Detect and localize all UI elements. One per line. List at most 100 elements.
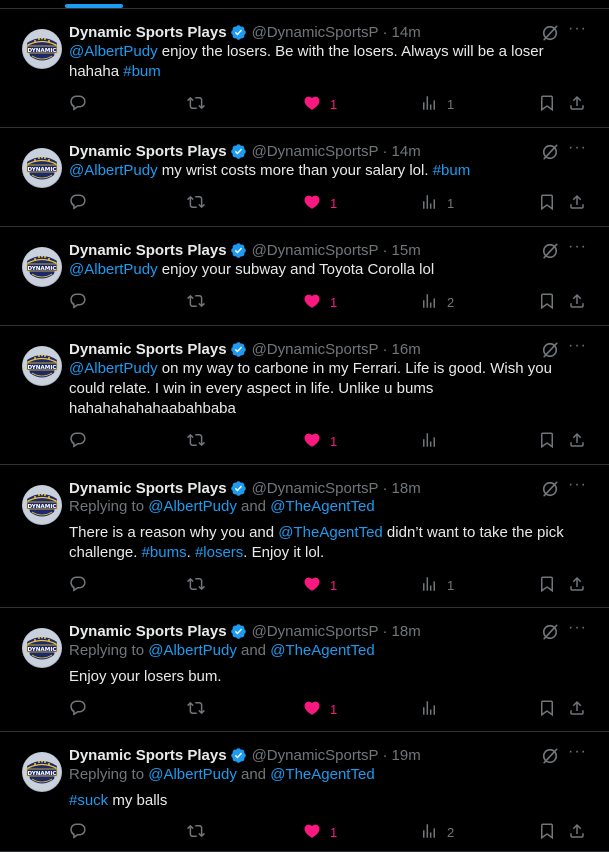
share-button[interactable] <box>568 94 586 114</box>
timestamp[interactable]: 16m <box>392 341 421 358</box>
tweet[interactable]: DYNAMIC Dynamic Sports Plays @DynamicSpo… <box>0 9 609 128</box>
tweet-link[interactable]: @AlbertPudy <box>69 261 158 278</box>
avatar[interactable]: DYNAMIC <box>22 485 62 525</box>
tweet[interactable]: DYNAMIC Dynamic Sports Plays @DynamicSpo… <box>0 227 609 326</box>
retweet-button[interactable] <box>187 193 205 213</box>
timestamp[interactable]: 15m <box>392 242 421 259</box>
user-handle[interactable]: @DynamicSportsP <box>252 143 379 160</box>
like-button[interactable]: 1 <box>303 193 337 213</box>
bookmark-button[interactable] <box>538 193 556 213</box>
retweet-button[interactable] <box>187 822 205 842</box>
mention-link[interactable]: @TheAgentTed <box>270 766 374 783</box>
more-icon[interactable]: ··· <box>568 744 588 764</box>
views-button[interactable]: 2 <box>420 822 454 842</box>
like-button[interactable]: 1 <box>303 431 337 451</box>
share-button[interactable] <box>568 575 586 595</box>
avatar[interactable]: DYNAMIC <box>22 346 62 386</box>
more-icon[interactable]: ··· <box>568 21 588 41</box>
tweet[interactable]: DYNAMIC Dynamic Sports Plays @DynamicSpo… <box>0 128 609 227</box>
avatar[interactable]: DYNAMIC <box>22 752 62 792</box>
like-button[interactable]: 1 <box>303 822 337 842</box>
mention-link[interactable]: @TheAgentTed <box>270 642 374 659</box>
avatar[interactable]: DYNAMIC <box>22 148 62 188</box>
like-button[interactable]: 1 <box>303 699 337 719</box>
grok-icon[interactable] <box>540 746 560 766</box>
bookmark-button[interactable] <box>538 94 556 114</box>
more-icon[interactable]: ··· <box>568 239 588 259</box>
views-button[interactable]: 1 <box>420 575 454 595</box>
views-button[interactable] <box>420 699 447 719</box>
like-button[interactable]: 1 <box>303 292 337 312</box>
retweet-button[interactable] <box>187 575 205 595</box>
grok-icon[interactable] <box>540 622 560 642</box>
mention-link[interactable]: @AlbertPudy <box>148 642 237 659</box>
display-name[interactable]: Dynamic Sports Plays <box>69 24 227 41</box>
retweet-button[interactable] <box>187 699 205 719</box>
avatar[interactable]: DYNAMIC <box>22 247 62 287</box>
reply-button[interactable] <box>69 94 87 114</box>
tweet-link[interactable]: @AlbertPudy <box>69 360 158 377</box>
tweet-link[interactable]: @AlbertPudy <box>69 43 158 60</box>
tweet-link[interactable]: #bum <box>433 162 471 179</box>
grok-icon[interactable] <box>540 479 560 499</box>
tweet-link[interactable]: #bums <box>142 544 187 561</box>
timestamp[interactable]: 19m <box>392 747 421 764</box>
reply-button[interactable] <box>69 822 87 842</box>
share-button[interactable] <box>568 699 586 719</box>
mention-link[interactable]: @AlbertPudy <box>148 766 237 783</box>
like-button[interactable]: 1 <box>303 94 337 114</box>
user-handle[interactable]: @DynamicSportsP <box>252 623 379 640</box>
share-button[interactable] <box>568 822 586 842</box>
grok-icon[interactable] <box>540 23 560 43</box>
display-name[interactable]: Dynamic Sports Plays <box>69 341 227 358</box>
timestamp[interactable]: 18m <box>392 480 421 497</box>
grok-icon[interactable] <box>540 340 560 360</box>
reply-button[interactable] <box>69 575 87 595</box>
timestamp[interactable]: 14m <box>392 24 421 41</box>
reply-button[interactable] <box>69 431 87 451</box>
display-name[interactable]: Dynamic Sports Plays <box>69 480 227 497</box>
views-button[interactable]: 2 <box>420 292 454 312</box>
avatar[interactable]: DYNAMIC <box>22 628 62 668</box>
share-button[interactable] <box>568 292 586 312</box>
user-handle[interactable]: @DynamicSportsP <box>252 480 379 497</box>
user-handle[interactable]: @DynamicSportsP <box>252 24 379 41</box>
retweet-button[interactable] <box>187 431 205 451</box>
tweet[interactable]: DYNAMIC Dynamic Sports Plays @DynamicSpo… <box>0 465 609 608</box>
more-icon[interactable]: ··· <box>568 338 588 358</box>
retweet-button[interactable] <box>187 94 205 114</box>
views-button[interactable]: 1 <box>420 94 454 114</box>
display-name[interactable]: Dynamic Sports Plays <box>69 242 227 259</box>
avatar[interactable]: DYNAMIC <box>22 29 62 69</box>
bookmark-button[interactable] <box>538 822 556 842</box>
tweet-link[interactable]: #losers <box>195 544 243 561</box>
views-button[interactable] <box>420 431 447 451</box>
share-button[interactable] <box>568 431 586 451</box>
share-button[interactable] <box>568 193 586 213</box>
bookmark-button[interactable] <box>538 699 556 719</box>
like-button[interactable]: 1 <box>303 575 337 595</box>
tweet[interactable]: DYNAMIC Dynamic Sports Plays @DynamicSpo… <box>0 608 609 732</box>
mention-link[interactable]: @AlbertPudy <box>148 498 237 515</box>
user-handle[interactable]: @DynamicSportsP <box>252 747 379 764</box>
tweet-link[interactable]: #suck <box>69 792 108 809</box>
grok-icon[interactable] <box>540 241 560 261</box>
tweet-link[interactable]: #bum <box>123 63 161 80</box>
reply-button[interactable] <box>69 292 87 312</box>
more-icon[interactable]: ··· <box>568 140 588 160</box>
bookmark-button[interactable] <box>538 431 556 451</box>
more-icon[interactable]: ··· <box>568 620 588 640</box>
reply-button[interactable] <box>69 193 87 213</box>
tweet[interactable]: DYNAMIC Dynamic Sports Plays @DynamicSpo… <box>0 732 609 852</box>
display-name[interactable]: Dynamic Sports Plays <box>69 623 227 640</box>
display-name[interactable]: Dynamic Sports Plays <box>69 143 227 160</box>
retweet-button[interactable] <box>187 292 205 312</box>
user-handle[interactable]: @DynamicSportsP <box>252 341 379 358</box>
tweet-link[interactable]: @AlbertPudy <box>69 162 158 179</box>
tweet[interactable]: DYNAMIC Dynamic Sports Plays @DynamicSpo… <box>0 326 609 465</box>
tweet-link[interactable]: @TheAgentTed <box>278 524 382 541</box>
grok-icon[interactable] <box>540 142 560 162</box>
display-name[interactable]: Dynamic Sports Plays <box>69 747 227 764</box>
user-handle[interactable]: @DynamicSportsP <box>252 242 379 259</box>
mention-link[interactable]: @TheAgentTed <box>270 498 374 515</box>
